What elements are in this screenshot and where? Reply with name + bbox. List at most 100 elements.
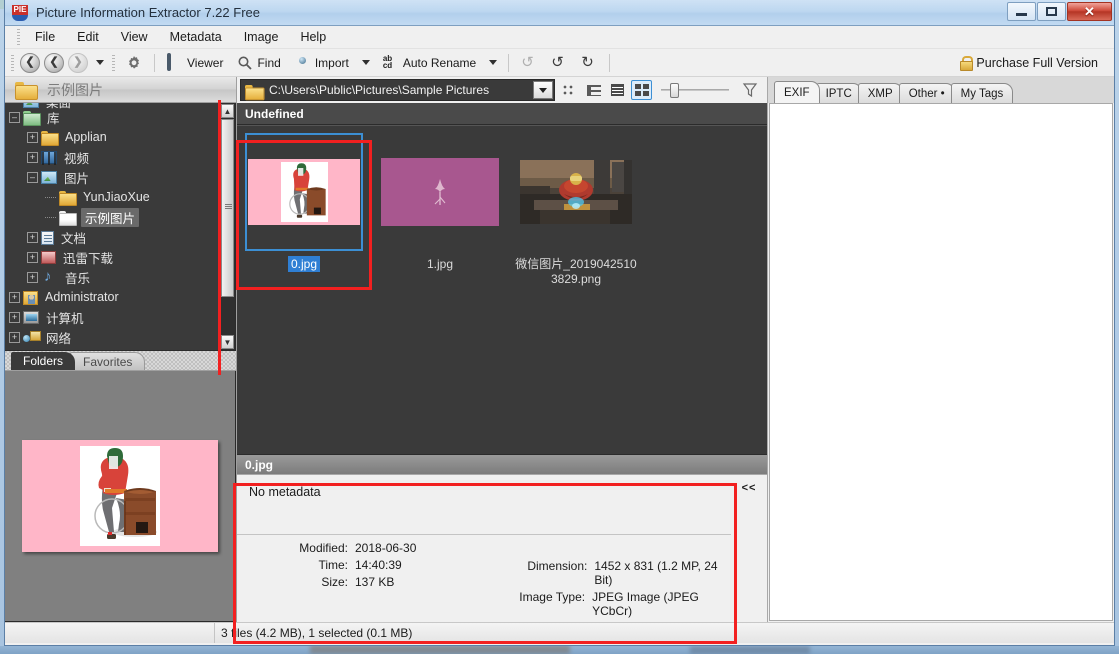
tree-item-library[interactable]: – 库	[5, 107, 235, 127]
background-window-artifact	[310, 645, 570, 654]
menu-item-metadata[interactable]: Metadata	[159, 27, 233, 47]
thumbnail-bitmap	[381, 158, 499, 226]
menu-item-image[interactable]: Image	[233, 27, 290, 47]
list-dashed-button[interactable]	[646, 52, 674, 74]
search-icon	[237, 55, 253, 71]
folder-icon	[15, 81, 37, 98]
tree-item-documents[interactable]: + 文档	[5, 227, 235, 247]
video-icon	[41, 151, 57, 164]
back-button[interactable]: ❮	[19, 52, 41, 74]
toolbar-separator	[508, 54, 509, 72]
thumbnails-view-button[interactable]	[631, 80, 652, 100]
tab-my-tags[interactable]: My Tags	[951, 83, 1014, 103]
collapse-icon[interactable]: –	[9, 112, 20, 123]
tree-item-computer[interactable]: + 计算机	[5, 307, 235, 327]
tree-item-downloads[interactable]: + 迅雷下载	[5, 247, 235, 267]
camera-icon	[295, 55, 311, 71]
thumbnail-item[interactable]: 微信图片_20190425103829.png	[517, 133, 635, 287]
minimize-button[interactable]	[1007, 2, 1036, 21]
tab-iptc[interactable]: IPTC	[816, 83, 862, 103]
tree-item-sample-pictures[interactable]: 示例图片	[5, 207, 235, 227]
expand-icon[interactable]: +	[9, 292, 20, 303]
tab-folders[interactable]: Folders	[11, 352, 75, 370]
group-header: Undefined	[237, 103, 767, 125]
documents-icon	[41, 231, 54, 245]
expand-icon[interactable]: +	[27, 152, 38, 163]
thumbnail-image[interactable]	[381, 133, 499, 251]
tab-exif[interactable]: EXIF	[774, 81, 820, 103]
tree-item-label: 图片	[62, 168, 91, 187]
forward-button[interactable]: ❯	[67, 52, 89, 74]
thumbnail-image[interactable]	[245, 133, 363, 251]
folder-icon	[59, 190, 76, 205]
tree-item-label: 库	[45, 108, 62, 127]
thumbnail-image[interactable]	[517, 133, 635, 251]
tree-item-applian[interactable]: + Applian	[5, 127, 235, 147]
expand-icon[interactable]: +	[9, 312, 20, 323]
tree-item-network[interactable]: + 网络	[5, 327, 235, 347]
rotate-right-button[interactable]: ↻	[575, 52, 603, 74]
expand-icon[interactable]: +	[27, 132, 38, 143]
find-button[interactable]: Find	[231, 52, 286, 74]
viewer-button[interactable]: Viewer	[161, 52, 229, 74]
tree-item-label: 视频	[62, 148, 91, 167]
tree-item-pictures[interactable]: – 图片	[5, 167, 235, 187]
collapse-icon[interactable]: –	[27, 172, 38, 183]
tree-item-yunjiaoxue[interactable]: YunJiaoXue	[5, 187, 235, 207]
tiny-icons-view-button[interactable]	[559, 80, 580, 100]
menu-item-help[interactable]: Help	[289, 27, 337, 47]
thumbnail-item[interactable]: 1.jpg	[381, 133, 499, 272]
scroll-up-button[interactable]: ▲	[221, 104, 234, 118]
expand-icon[interactable]: +	[27, 252, 38, 263]
expand-icon[interactable]: +	[9, 332, 20, 343]
menu-bar: File Edit View Metadata Image Help	[5, 26, 1114, 49]
collapse-metadata-button[interactable]: <<	[731, 475, 767, 622]
toolbar-gripper	[112, 55, 115, 71]
tab-favorites[interactable]: Favorites	[70, 352, 145, 370]
menu-item-edit[interactable]: Edit	[66, 27, 110, 47]
expand-icon[interactable]: +	[27, 232, 38, 243]
close-button[interactable]: ✕	[1067, 2, 1112, 21]
tab-xmp[interactable]: XMP	[858, 83, 903, 103]
import-button[interactable]: Import	[289, 52, 355, 74]
list-view-button[interactable]	[583, 80, 604, 100]
thumbnail-size-slider[interactable]	[661, 80, 729, 100]
gear-icon	[126, 55, 142, 71]
rotate-left-button[interactable]: ↺	[545, 52, 573, 74]
scroll-thumb[interactable]	[221, 119, 234, 297]
info-key: Size:	[237, 575, 355, 589]
thumbnails-icon	[635, 84, 649, 96]
info-row: Size: 137 KB	[237, 575, 469, 589]
history-dropdown-icon[interactable]	[96, 60, 104, 65]
toolbar-gripper	[11, 55, 14, 71]
path-dropdown-button[interactable]	[533, 81, 553, 99]
current-folder-title: 示例图片	[47, 80, 103, 100]
purchase-label: Purchase Full Version	[976, 56, 1098, 70]
import-dropdown-icon[interactable]	[362, 60, 370, 65]
tree-item-administrator[interactable]: + Administrator	[5, 287, 235, 307]
exif-content-pane[interactable]	[769, 103, 1113, 621]
scroll-down-button[interactable]: ▼	[221, 335, 234, 349]
menu-gripper	[17, 29, 20, 45]
menu-item-file[interactable]: File	[24, 27, 66, 47]
tree-item-music[interactable]: + 音乐	[5, 267, 235, 287]
thumbnail-item[interactable]: 0.jpg	[245, 133, 363, 272]
expand-icon[interactable]: +	[27, 272, 38, 283]
tab-other[interactable]: Other •	[899, 83, 955, 103]
settings-button[interactable]	[120, 52, 148, 74]
details-view-button[interactable]	[607, 80, 628, 100]
maximize-button[interactable]	[1037, 2, 1066, 21]
list-solid-button[interactable]	[616, 52, 644, 74]
path-input[interactable]: C:\Users\Public\Pictures\Sample Pictures	[240, 79, 555, 101]
undo-button[interactable]: ↺	[515, 52, 543, 74]
up-button[interactable]: ❮	[43, 52, 65, 74]
filter-button[interactable]	[740, 80, 760, 100]
main-toolbar: ❮ ❮ ❯ Viewer	[5, 49, 1114, 77]
menu-item-view[interactable]: View	[110, 27, 159, 47]
auto-rename-button[interactable]: abcd Auto Rename	[377, 52, 482, 74]
auto-rename-dropdown-icon[interactable]	[489, 60, 497, 65]
purchase-full-version-link[interactable]: Purchase Full Version	[960, 56, 1098, 70]
tree-item-videos[interactable]: + 视频	[5, 147, 235, 167]
tree-scrollbar[interactable]: ▲ ▼	[220, 103, 235, 350]
info-value: JPEG Image (JPEG YCbCr)	[592, 590, 731, 618]
